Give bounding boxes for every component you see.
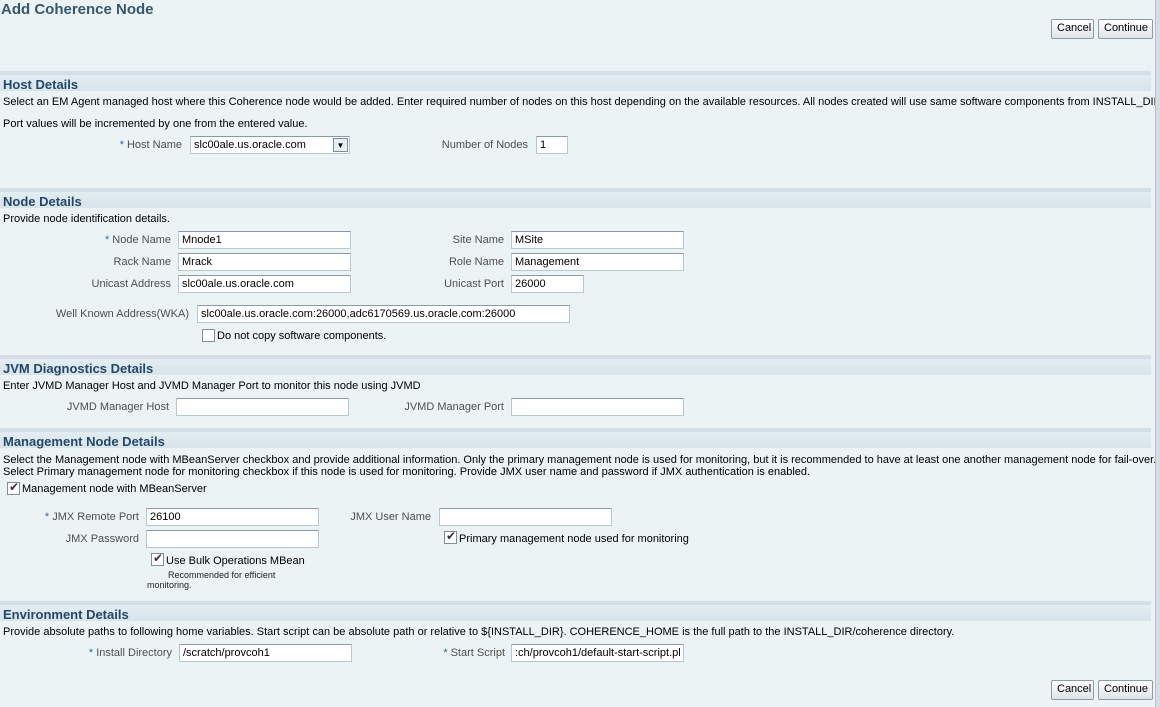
env-details-header: Environment Details [0, 601, 1151, 622]
wka-input[interactable]: slc00ale.us.oracle.com:26000,adc6170569.… [197, 305, 570, 323]
jvmd-port-input[interactable] [511, 398, 684, 416]
host-name-label: * Host Name [119, 139, 182, 151]
host-name-select[interactable]: slc00ale.us.oracle.com ▼ [190, 136, 350, 154]
mgmt-details-description-2: Select Primary management node for monit… [3, 466, 811, 478]
start-script-label: * Start Script [443, 647, 505, 659]
jmx-password-input[interactable] [146, 530, 319, 548]
node-name-input[interactable]: Mnode1 [178, 231, 351, 249]
node-details-description: Provide node identification details. [3, 213, 170, 225]
number-of-nodes-label: Number of Nodes [441, 139, 528, 151]
continue-button-top[interactable]: Continue [1098, 19, 1153, 39]
jmx-user-name-input[interactable] [439, 508, 612, 526]
checkmark-icon: ✔ [153, 551, 164, 565]
primary-monitoring-checkbox[interactable]: ✔ [444, 529, 457, 544]
bulk-operations-hint-2: monitoring. [147, 580, 192, 590]
cancel-button-top[interactable]: Cancel [1051, 19, 1094, 39]
cancel-button-bottom[interactable]: Cancel [1051, 680, 1094, 700]
chevron-down-icon[interactable]: ▼ [333, 138, 348, 152]
rack-name-label: Rack Name [113, 256, 171, 268]
host-details-port-note: Port values will be incremented by one f… [3, 118, 308, 130]
continue-button-bottom[interactable]: Continue [1098, 680, 1153, 700]
unicast-port-input[interactable]: 26000 [511, 275, 584, 293]
mgmt-details-description-1: Select the Management node with MBeanSer… [3, 454, 1157, 466]
mgmt-details-header: Management Node Details [0, 428, 1151, 449]
install-directory-label: * Install Directory [88, 647, 172, 659]
role-name-input[interactable]: Management [511, 253, 684, 271]
site-name-label: Site Name [452, 234, 504, 246]
jmx-remote-port-input[interactable]: 26100 [146, 508, 319, 526]
primary-monitoring-label: Primary management node used for monitor… [459, 533, 689, 545]
no-copy-checkbox[interactable] [202, 329, 215, 342]
checkmark-icon: ✔ [446, 529, 457, 543]
install-directory-input[interactable]: /scratch/provcoh1 [179, 644, 352, 662]
site-name-input[interactable]: MSite [511, 231, 684, 249]
unicast-port-label: Unicast Port [444, 278, 504, 290]
bulk-operations-checkbox[interactable]: ✔ [151, 551, 164, 566]
node-name-label: * Node Name [105, 234, 171, 246]
node-details-header: Node Details [0, 188, 1151, 209]
start-script-input[interactable]: :ch/provcoh1/default-start-script.pl [511, 644, 684, 662]
jvm-details-description: Enter JVMD Manager Host and JVMD Manager… [3, 380, 421, 392]
bulk-operations-hint-1: Recommended for efficient [168, 570, 276, 580]
env-details-description: Provide absolute paths to following home… [3, 626, 955, 638]
mbean-server-label: Management node with MBeanServer [22, 483, 207, 495]
no-copy-label: Do not copy software components. [217, 330, 387, 342]
number-of-nodes-input[interactable]: 1 [536, 136, 568, 154]
mbean-server-checkbox[interactable]: ✔ [7, 480, 20, 495]
jmx-password-label: JMX Password [65, 533, 139, 545]
checkmark-icon: ✔ [9, 480, 20, 494]
window-scrollbar[interactable] [1155, 0, 1160, 707]
jvmd-host-input[interactable] [176, 398, 349, 416]
host-details-description: Select an EM Agent managed host where th… [3, 96, 1160, 108]
host-details-header: Host Details [0, 71, 1151, 92]
rack-name-input[interactable]: Mrack [178, 253, 351, 271]
unicast-address-label: Unicast Address [91, 278, 171, 290]
wka-label: Well Known Address(WKA) [55, 308, 189, 320]
bulk-operations-label: Use Bulk Operations MBean [166, 555, 305, 567]
jvmd-host-label: JVMD Manager Host [66, 401, 169, 413]
jvm-details-header: JVM Diagnostics Details [0, 355, 1151, 376]
page-title: Add Coherence Node [1, 1, 154, 18]
role-name-label: Role Name [448, 256, 504, 268]
jvmd-port-label: JVMD Manager Port [404, 401, 504, 413]
jmx-remote-port-label: * JMX Remote Port [44, 511, 139, 523]
jmx-user-name-label: JMX User Name [350, 511, 431, 523]
unicast-address-input[interactable]: slc00ale.us.oracle.com [178, 275, 351, 293]
